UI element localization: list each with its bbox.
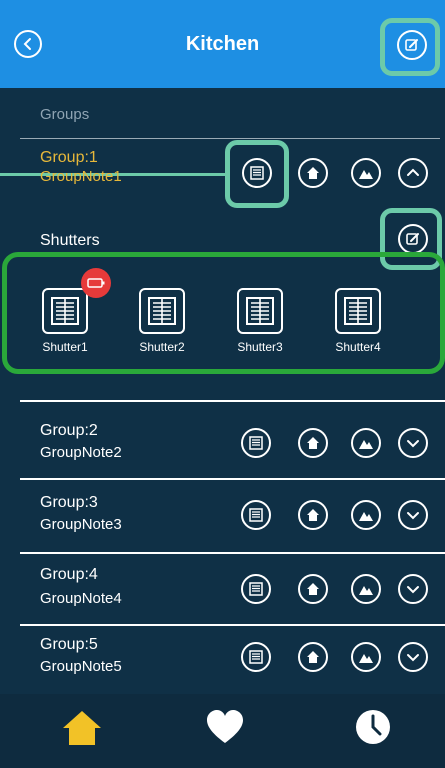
chevron-down-icon — [407, 440, 419, 448]
group-shutter-list-button[interactable] — [241, 574, 271, 604]
chevron-down-icon — [407, 586, 419, 594]
group-name: Group:2 — [40, 422, 98, 439]
chevron-down-icon — [407, 654, 419, 662]
mountain-icon — [359, 512, 373, 521]
group-home-button[interactable] — [298, 642, 328, 672]
shutter-icon — [42, 288, 88, 334]
group-note: GroupNote2 — [40, 444, 122, 461]
shutter-item[interactable]: Shutter2 — [122, 288, 202, 354]
group-mountain-button[interactable] — [351, 428, 381, 458]
shutter-item[interactable]: Shutter1 — [25, 288, 105, 354]
battery-alert-icon — [81, 268, 111, 298]
clock-icon — [356, 710, 390, 744]
edit-icon — [405, 39, 418, 51]
group-name: Group:3 — [40, 494, 98, 511]
shutter-icon — [249, 650, 263, 664]
shutter-icon — [249, 436, 263, 450]
shutter-icon — [250, 166, 264, 180]
tab-bar — [0, 694, 445, 768]
mountain-icon — [359, 170, 373, 179]
group1-home-button[interactable] — [298, 158, 328, 188]
group1-collapse-button[interactable] — [398, 158, 428, 188]
shutters-edit-button[interactable] — [398, 224, 428, 254]
group-mountain-button[interactable] — [351, 642, 381, 672]
group1-mountain-button[interactable] — [351, 158, 381, 188]
page-title: Kitchen — [185, 33, 260, 55]
group-home-button[interactable] — [298, 574, 328, 604]
shutter-item[interactable]: Shutter3 — [220, 288, 300, 354]
mountain-icon — [359, 654, 373, 663]
group-home-button[interactable] — [298, 500, 328, 530]
divider — [20, 624, 445, 626]
home-icon — [307, 509, 319, 521]
shutter-label: Shutter3 — [237, 340, 283, 354]
home-icon — [307, 583, 319, 595]
group-name: Group:4 — [40, 566, 98, 583]
group-expand-button[interactable] — [398, 574, 428, 604]
group-expand-button[interactable] — [398, 500, 428, 530]
chevron-down-icon — [407, 512, 419, 520]
group-note: GroupNote4 — [40, 590, 122, 607]
group-shutter-list-button[interactable] — [241, 500, 271, 530]
tab-home[interactable] — [60, 708, 104, 753]
shutter-label: Shutter1 — [42, 340, 88, 354]
group-mountain-button[interactable] — [351, 500, 381, 530]
shutter-label: Shutter2 — [139, 340, 185, 354]
group1-note: GroupNote1 — [40, 168, 122, 185]
shutter-icon — [249, 508, 263, 522]
header-bar: Kitchen — [0, 0, 445, 88]
shutter-item[interactable]: Shutter4 — [318, 288, 398, 354]
group-home-button[interactable] — [298, 428, 328, 458]
header-edit-button[interactable] — [397, 30, 427, 60]
shutter-label: Shutter4 — [335, 340, 381, 354]
edit-icon — [406, 233, 419, 245]
shutter-icon — [335, 288, 381, 334]
home-icon — [63, 711, 101, 745]
group1-shutter-list-button[interactable] — [242, 158, 272, 188]
mountain-icon — [359, 586, 373, 595]
group-shutter-list-button[interactable] — [241, 642, 271, 672]
home-icon — [307, 437, 319, 449]
group-note: GroupNote5 — [40, 658, 122, 675]
shutters-section-label: Shutters — [40, 232, 100, 249]
shutter-icon — [139, 288, 185, 334]
groups-section-label: Groups — [40, 106, 90, 123]
divider — [20, 138, 440, 139]
divider — [20, 478, 445, 480]
group-expand-button[interactable] — [398, 642, 428, 672]
tab-favorites[interactable] — [205, 708, 245, 753]
heart-icon — [207, 710, 243, 743]
group-expand-button[interactable] — [398, 428, 428, 458]
chevron-up-icon — [407, 168, 419, 176]
shutter-icon — [249, 582, 263, 596]
tab-schedule[interactable] — [354, 708, 392, 751]
group-note: GroupNote3 — [40, 516, 122, 533]
home-icon — [307, 167, 319, 179]
divider — [20, 400, 445, 402]
group-shutter-list-button[interactable] — [241, 428, 271, 458]
group-mountain-button[interactable] — [351, 574, 381, 604]
group-name: Group:5 — [40, 636, 98, 653]
mountain-icon — [359, 440, 373, 449]
home-icon — [307, 651, 319, 663]
shutter-icon — [237, 288, 283, 334]
divider — [20, 552, 445, 554]
group1-name: Group:1 — [40, 149, 98, 166]
